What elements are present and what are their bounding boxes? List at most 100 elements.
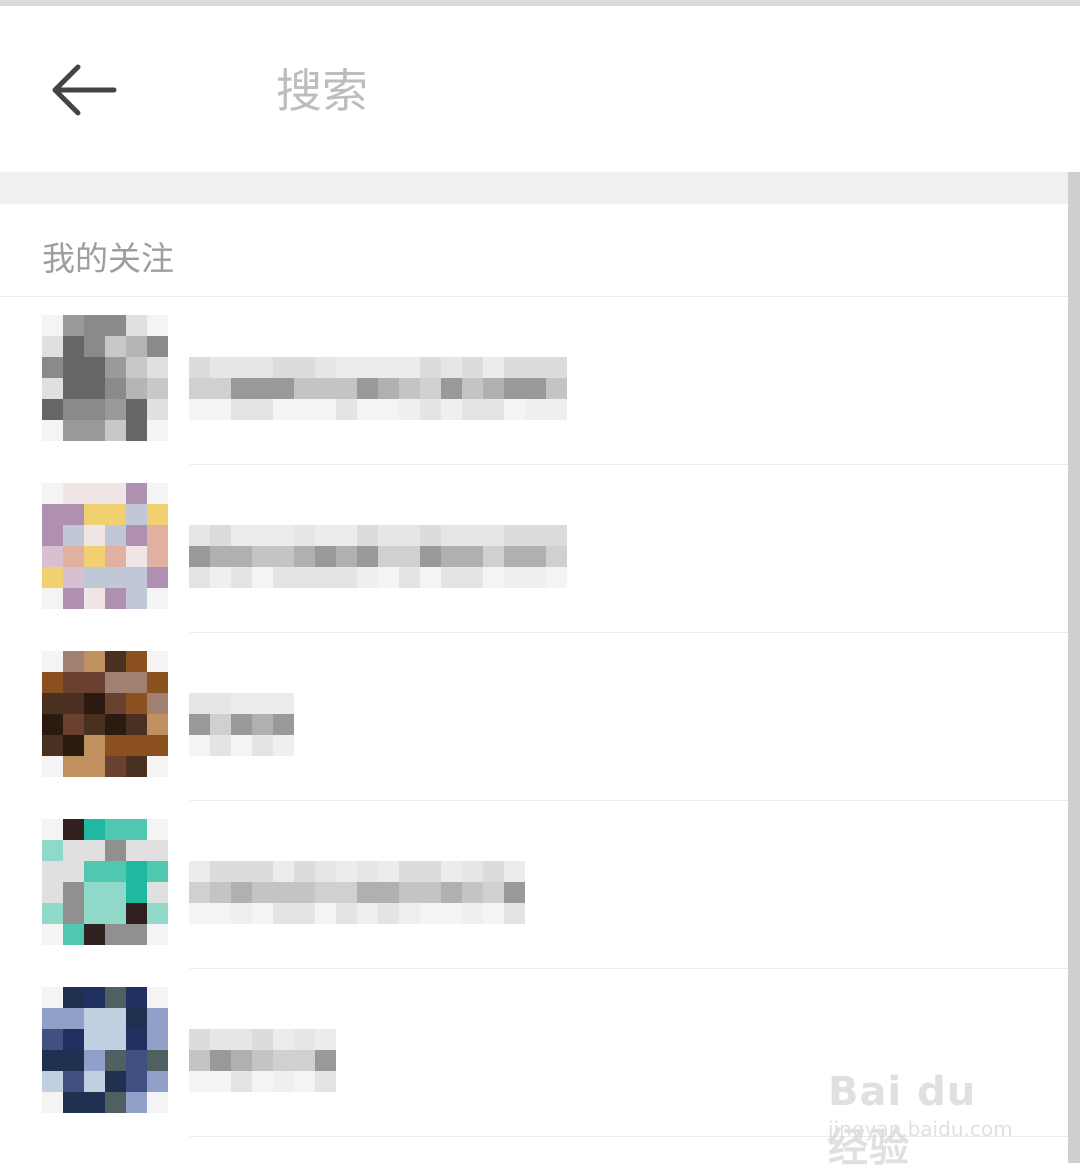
blur-pixel (336, 357, 357, 378)
blur-pixel (483, 525, 504, 546)
avatar-pixel (147, 399, 168, 420)
avatar-pixel (84, 651, 105, 672)
blur-pixel (462, 546, 483, 567)
blur-pixel (483, 903, 504, 924)
blur-pixel (420, 861, 441, 882)
avatar-pixel (105, 861, 126, 882)
blur-pixel (315, 399, 336, 420)
blur-pixel (336, 567, 357, 588)
avatar-pixel (147, 420, 168, 441)
avatar-pixel (63, 651, 84, 672)
avatar-pixel (84, 714, 105, 735)
avatar-pixel (126, 819, 147, 840)
blur-pixel (252, 399, 273, 420)
avatar-pixel (42, 1092, 63, 1113)
blur-pixel (189, 1071, 210, 1092)
blur-pixel (378, 567, 399, 588)
blur-pixel (252, 861, 273, 882)
blur-pixel (504, 378, 525, 399)
blur-pixel (231, 735, 252, 756)
blur-pixel (399, 378, 420, 399)
avatar-pixel (147, 924, 168, 945)
list-item[interactable] (0, 633, 1068, 801)
blur-pixel (273, 357, 294, 378)
avatar-pixel (63, 714, 84, 735)
blur-pixel (399, 357, 420, 378)
blur-pixel (462, 861, 483, 882)
avatar-pixel (105, 483, 126, 504)
avatar-pixel (84, 735, 105, 756)
blur-pixel (504, 882, 525, 903)
avatar-pixel (42, 840, 63, 861)
blur-pixel (189, 903, 210, 924)
blur-pixel (483, 378, 504, 399)
blur-pixel (462, 525, 483, 546)
blur-pixel (294, 1050, 315, 1071)
avatar-pixel (42, 315, 63, 336)
avatar-pixel (147, 525, 168, 546)
blur-pixel (294, 1071, 315, 1092)
back-button[interactable] (44, 58, 124, 122)
blur-pixel (357, 861, 378, 882)
blur-pixel (189, 882, 210, 903)
avatar-pixel (105, 693, 126, 714)
blur-pixel (315, 882, 336, 903)
avatar-pixel (63, 840, 84, 861)
avatar-pixel (147, 1071, 168, 1092)
blur-pixel (231, 882, 252, 903)
avatar-pixel (84, 882, 105, 903)
list-item[interactable] (0, 801, 1068, 969)
scrollbar[interactable] (1068, 172, 1080, 1163)
blur-pixel (399, 861, 420, 882)
blur-pixel (441, 861, 462, 882)
avatar-pixel (126, 714, 147, 735)
blur-pixel (525, 567, 546, 588)
avatar-pixel (126, 882, 147, 903)
avatar-pixel (126, 987, 147, 1008)
avatar-pixel (63, 378, 84, 399)
avatar-pixel (105, 840, 126, 861)
avatar-pixel (126, 588, 147, 609)
follow-list (0, 297, 1068, 1137)
blur-pixel (462, 399, 483, 420)
search-input[interactable] (250, 51, 976, 131)
avatar-pixel (84, 672, 105, 693)
blur-pixel (315, 378, 336, 399)
avatar (42, 651, 168, 777)
blur-pixel (189, 546, 210, 567)
blur-pixel (483, 399, 504, 420)
blur-pixel (252, 378, 273, 399)
avatar (42, 987, 168, 1113)
avatar-pixel (42, 525, 63, 546)
blur-pixel (189, 525, 210, 546)
blur-pixel (231, 378, 252, 399)
list-item[interactable] (0, 465, 1068, 633)
avatar-pixel (84, 567, 105, 588)
avatar-pixel (147, 1008, 168, 1029)
avatar-pixel (63, 336, 84, 357)
blur-pixel (210, 546, 231, 567)
blur-pixel (315, 567, 336, 588)
avatar-pixel (63, 756, 84, 777)
avatar-pixel (105, 903, 126, 924)
avatar-pixel (147, 483, 168, 504)
list-item[interactable] (0, 297, 1068, 465)
avatar (42, 483, 168, 609)
avatar-pixel (147, 903, 168, 924)
avatar-pixel (42, 735, 63, 756)
blur-pixel (483, 357, 504, 378)
avatar-pixel (84, 1092, 105, 1113)
blur-pixel (546, 546, 567, 567)
blur-pixel (420, 567, 441, 588)
avatar-pixel (105, 336, 126, 357)
avatar-pixel (42, 567, 63, 588)
avatar-pixel (42, 378, 63, 399)
avatar-pixel (126, 357, 147, 378)
blur-pixel (273, 693, 294, 714)
blur-pixel (273, 567, 294, 588)
avatar-pixel (84, 420, 105, 441)
blur-pixel (315, 1029, 336, 1050)
blur-pixel (462, 378, 483, 399)
avatar-pixel (84, 336, 105, 357)
blur-pixel (504, 903, 525, 924)
